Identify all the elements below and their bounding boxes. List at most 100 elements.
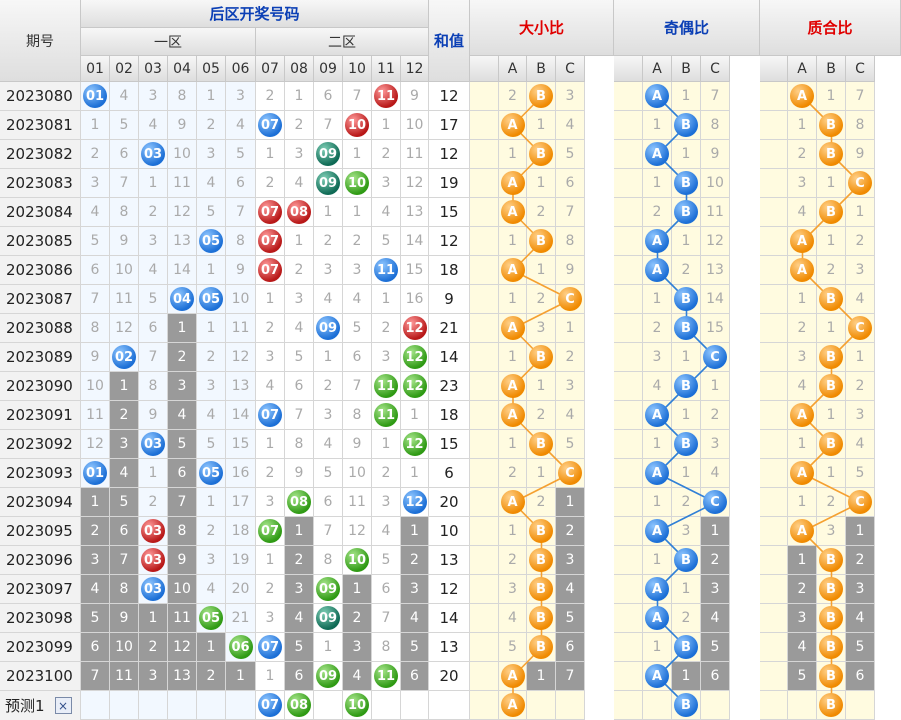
number-cell: 1 (343, 140, 372, 169)
ratio-spacer-cell (470, 691, 499, 720)
ratio-cell: A (499, 169, 527, 198)
drawn-ball: B (819, 374, 843, 398)
number-cell: 16 (226, 459, 256, 488)
ratio-cell: 3 (527, 314, 556, 343)
number-cell: 4 (226, 111, 256, 140)
ratio-cell: B (672, 285, 701, 314)
sum-cell: 18 (429, 256, 470, 285)
ratio-cell: 1 (643, 488, 672, 517)
ratio-spacer-cell (470, 314, 499, 343)
number-cell: 3 (285, 285, 314, 314)
ratio-cell: 6 (556, 633, 585, 662)
ratio-cell: 3 (672, 517, 701, 546)
period-cell: 2023099 (0, 633, 81, 662)
number-cell: 14 (168, 256, 197, 285)
number-cell: 1 (372, 430, 401, 459)
number-cell: 11 (81, 401, 110, 430)
ratio-cell: 1 (672, 140, 701, 169)
ratio-cell: C (701, 488, 730, 517)
number-cell: 1 (401, 459, 429, 488)
number-cell: 1 (110, 372, 139, 401)
number-cell: 5 (197, 198, 226, 227)
ratio-spacer-cell (614, 285, 643, 314)
number-cell: 11 (110, 662, 139, 691)
drawn-ball: 06 (228, 635, 253, 659)
ratio-cell: 7 (701, 82, 730, 111)
period-cell: 2023090 (0, 372, 81, 401)
odd-even-header: 奇偶比 (614, 0, 760, 56)
ratio-cell: B (817, 633, 846, 662)
number-cell: 11 (168, 169, 197, 198)
number-col-header: 07 (256, 56, 285, 82)
period-cell: 2023100 (0, 662, 81, 691)
ratio-cell: 1 (817, 314, 846, 343)
number-cell: 9 (343, 430, 372, 459)
number-cell: 9 (110, 604, 139, 633)
ratio-spacer-cell (760, 691, 788, 720)
ratio-cell: 2 (556, 517, 585, 546)
drawn-ball: B (674, 287, 698, 311)
number-cell: 4 (314, 430, 343, 459)
number-cell: 11 (226, 314, 256, 343)
ratio-spacer-cell (760, 633, 788, 662)
drawn-ball: A (500, 171, 525, 195)
ratio-cell (701, 691, 730, 720)
drawn-ball: 01 (83, 84, 107, 108)
number-cell: 07 (256, 633, 285, 662)
ratio-spacer-cell (614, 169, 643, 198)
ratio-cell: 1 (672, 662, 701, 691)
ratio-spacer-cell (470, 488, 499, 517)
ratio-cell: 2 (672, 488, 701, 517)
number-cell: 7 (314, 517, 343, 546)
number-cell: 2 (343, 604, 372, 633)
period-cell: 2023088 (0, 314, 81, 343)
number-cell: 15 (401, 256, 429, 285)
number-cell: 7 (110, 546, 139, 575)
close-prediction-button[interactable]: × (54, 697, 72, 714)
ratio-cell: 1 (788, 488, 817, 517)
ratio-spacer-cell (614, 459, 643, 488)
ratio-cell: 1 (788, 430, 817, 459)
drawn-ball: B (819, 113, 843, 137)
drawn-ball: B (674, 200, 698, 224)
ratio-cell: 1 (527, 169, 556, 198)
ratio-cell: 1 (556, 314, 585, 343)
number-cell: 1 (168, 314, 197, 343)
number-cell: 1 (285, 517, 314, 546)
number-cell: 5 (372, 227, 401, 256)
number-cell: 3 (226, 82, 256, 111)
number-cell: 1 (343, 575, 372, 604)
number-cell: 3 (256, 604, 285, 633)
ratio-spacer-cell (614, 575, 643, 604)
drawn-ball: 08 (287, 200, 311, 224)
drawn-ball: 11 (374, 84, 398, 108)
ratio-spacer-cell (614, 546, 643, 575)
ratio-cell: 3 (701, 575, 730, 604)
number-cell: 09 (314, 662, 343, 691)
number-cell: 4 (285, 314, 314, 343)
drawn-ball: C (558, 461, 582, 485)
number-cell: 7 (139, 343, 168, 372)
drawn-ball: B (529, 142, 553, 166)
ratio-spacer-cell (614, 198, 643, 227)
number-cell: 20 (226, 575, 256, 604)
ratio-cell: 2 (817, 256, 846, 285)
sum-header: 和值 (429, 0, 470, 82)
number-cell: 9 (139, 401, 168, 430)
ratio-cell: A (788, 517, 817, 546)
sum-cell: 20 (429, 488, 470, 517)
number-cell: 1 (314, 198, 343, 227)
number-cell: 1 (197, 256, 226, 285)
number-col-header: 08 (285, 56, 314, 82)
ratio-cell: 14 (701, 285, 730, 314)
drawn-ball: B (674, 432, 698, 456)
number-cell: 2 (372, 459, 401, 488)
drawn-ball: B (529, 606, 553, 630)
drawn-ball: 04 (170, 287, 194, 311)
ratio-spacer-cell (470, 546, 499, 575)
ratio-spacer-cell (614, 633, 643, 662)
period-cell: 2023085 (0, 227, 81, 256)
number-cell: 9 (168, 111, 197, 140)
ratio-cell: B (817, 546, 846, 575)
ratio-cell: 1 (817, 169, 846, 198)
